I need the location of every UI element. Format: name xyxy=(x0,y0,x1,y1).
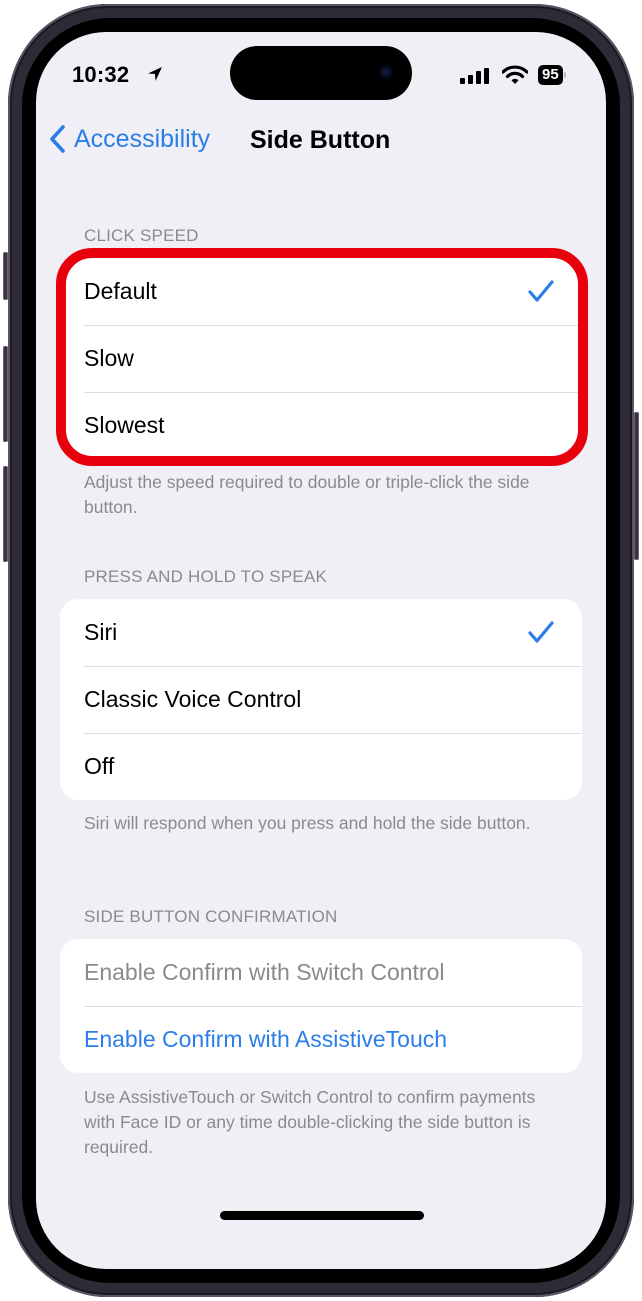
checkmark-icon xyxy=(528,621,554,643)
camera-icon xyxy=(380,66,392,78)
option-default[interactable]: Default xyxy=(60,258,582,325)
option-label: Siri xyxy=(84,619,118,645)
section-header-press-and-hold: PRESS AND HOLD TO SPEAK xyxy=(84,567,327,586)
navigation-bar: Accessibility Side Button xyxy=(36,120,606,164)
option-slow[interactable]: Slow xyxy=(60,325,582,392)
option-slowest[interactable]: Slowest xyxy=(60,392,582,459)
press-and-hold-group: Siri Classic Voice Control Off xyxy=(60,599,582,800)
screen: 10:32 95 Accessibility Side Button CLICK… xyxy=(36,32,606,1269)
option-label: Slowest xyxy=(84,412,165,438)
chevron-left-icon xyxy=(50,125,65,153)
battery-nub xyxy=(563,72,566,78)
checkmark-icon xyxy=(528,280,554,302)
click-speed-footer: Adjust the speed required to double or t… xyxy=(84,472,530,517)
cellular-signal-icon xyxy=(460,68,489,84)
option-off[interactable]: Off xyxy=(60,733,582,800)
section-header-click-speed: CLICK SPEED xyxy=(84,226,199,245)
option-label: Classic Voice Control xyxy=(84,686,302,712)
section-header-side-button-confirmation: SIDE BUTTON CONFIRMATION xyxy=(84,907,338,926)
action-button xyxy=(3,252,8,300)
press-and-hold-footer: Siri will respond when you press and hol… xyxy=(84,813,531,833)
wifi-icon xyxy=(502,65,528,84)
dynamic-island xyxy=(230,46,412,100)
location-arrow-icon xyxy=(148,67,162,81)
enable-confirm-switch-control: Enable Confirm with Switch Control xyxy=(60,939,582,1006)
option-label: Off xyxy=(84,753,115,779)
page-title: Side Button xyxy=(250,126,391,154)
volume-up-button xyxy=(3,346,8,442)
battery-indicator: 95 xyxy=(538,65,566,85)
option-siri[interactable]: Siri xyxy=(60,599,582,666)
back-label: Accessibility xyxy=(74,124,211,153)
power-side-button xyxy=(634,412,639,560)
enable-confirm-assistivetouch[interactable]: Enable Confirm with AssistiveTouch xyxy=(60,1006,582,1073)
option-label: Default xyxy=(84,278,157,304)
back-button[interactable]: Accessibility xyxy=(48,124,210,154)
battery-level: 95 xyxy=(538,65,563,85)
click-speed-group: Default Slow Slowest xyxy=(60,258,582,459)
home-indicator[interactable] xyxy=(220,1211,424,1220)
option-label: Slow xyxy=(84,345,134,371)
side-button-confirmation-group: Enable Confirm with Switch Control Enabl… xyxy=(60,939,582,1073)
option-label: Enable Confirm with Switch Control xyxy=(84,959,445,985)
status-time: 10:32 xyxy=(72,62,130,87)
side-button-confirmation-footer: Use AssistiveTouch or Switch Control to … xyxy=(84,1087,536,1157)
option-classic-voice-control[interactable]: Classic Voice Control xyxy=(60,666,582,733)
volume-down-button xyxy=(3,466,8,562)
option-label: Enable Confirm with AssistiveTouch xyxy=(84,1026,448,1052)
